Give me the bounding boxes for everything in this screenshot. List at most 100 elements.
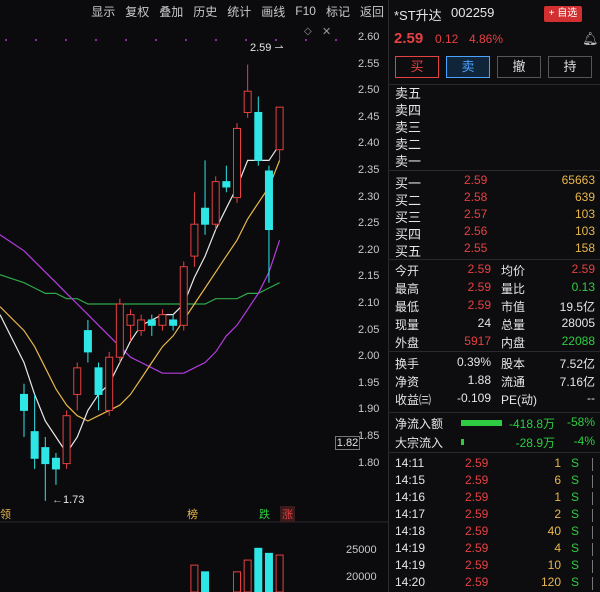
candle-body: [83, 330, 92, 353]
stat-label: 量比: [501, 282, 526, 296]
marker-left[interactable]: 领: [0, 506, 11, 522]
stat-row: 换手 0.39% 股本 7.52亿: [389, 355, 600, 372]
volume-bar: [275, 554, 284, 592]
low-annotation: ←1.73: [52, 494, 85, 506]
ask-row: 卖四: [389, 100, 600, 118]
candle-body: [243, 90, 252, 113]
bid-row: 买二 2.58 639: [389, 190, 600, 208]
volume-bar: [254, 547, 263, 592]
price-axis-label: 1.90: [358, 403, 380, 416]
bid-volume: 639: [574, 190, 595, 204]
stat-label: 换手: [395, 357, 420, 371]
bid-price: 2.57: [464, 207, 488, 221]
close-icon[interactable]: ✕: [322, 25, 331, 38]
price-axis-label: 1.85: [358, 430, 380, 442]
top-dot: [155, 39, 157, 41]
candle-body: [137, 319, 146, 332]
ask-row: 卖二: [389, 134, 600, 152]
bid-price: 2.56: [464, 224, 488, 238]
candle-body: [201, 207, 210, 225]
stat-row: 收益㈢ -0.109 PE(动) --: [389, 391, 600, 408]
tick-bar: [592, 492, 593, 505]
tick-row: 14:16 2.59 1 S: [389, 490, 600, 507]
stat-value: 2.59: [467, 298, 491, 312]
tick-price: 2.59: [465, 541, 489, 555]
stat-label: 内盘: [501, 336, 526, 350]
volume-bar: [201, 571, 210, 592]
top-dot: [215, 39, 217, 41]
price-axis-label: 2.40: [358, 137, 380, 150]
stat-row: 今开 2.59 均价 2.59: [389, 262, 600, 279]
tick-bar: [592, 509, 593, 522]
stock-name: *ST升达: [394, 8, 442, 23]
stat-label: 均价: [501, 264, 526, 278]
candle-body: [30, 431, 39, 459]
tick-bar: [592, 577, 593, 590]
diamond-icon[interactable]: ◇: [304, 26, 312, 37]
stat-label: PE(动): [501, 393, 538, 407]
tick-price: 2.59: [465, 575, 489, 589]
bid-volume: 158: [574, 241, 595, 255]
top-dot: [305, 39, 307, 41]
high-annotation: 2.59 ⇀: [250, 42, 284, 54]
cancel-button[interactable]: 撤: [497, 56, 541, 78]
tick-bar: [592, 526, 593, 539]
buy-button[interactable]: 买: [395, 56, 439, 78]
tick-side: S: [570, 490, 579, 504]
stock-header: *ST升达 002259 + 自选: [389, 5, 600, 23]
sell-button[interactable]: 卖: [446, 56, 490, 78]
tick-price: 2.59: [465, 524, 489, 538]
current-price: 2.59: [394, 30, 424, 47]
tick-side: S: [570, 524, 579, 538]
candle-body: [105, 356, 114, 411]
tick-time: 14:16: [395, 490, 426, 504]
volume-axis-20000: 20000: [346, 571, 377, 583]
flow-pct: -58%: [566, 415, 595, 429]
bid-row: 买一 2.59 65663: [389, 173, 600, 191]
top-dot: [335, 39, 337, 41]
stat-value: 7.16亿: [559, 375, 595, 389]
tick-side: S: [570, 473, 579, 487]
stat-label: 最高: [395, 282, 420, 296]
hold-button[interactable]: 持: [548, 56, 592, 78]
candle-body: [73, 367, 82, 395]
volume-bar: [243, 559, 252, 592]
tick-volume: 1: [554, 490, 561, 504]
kline-chart-area[interactable]: 显示 复权 叠加 历史 统计 画线 F10 标记 返回 2.60 2.55 2.50 2.45 2.40…: [0, 0, 388, 592]
candle-body: [158, 314, 167, 326]
stat-label: 净资: [395, 375, 420, 389]
tick-price: 2.59: [465, 490, 489, 504]
stat-label: 今开: [395, 264, 420, 278]
stat-label: 收益㈢: [395, 393, 432, 407]
marker-die[interactable]: 跌: [259, 506, 270, 522]
stat-label: 股本: [501, 357, 526, 371]
candle-body: [222, 181, 231, 188]
stat-value: 2.59: [467, 262, 491, 276]
bid-volume: 65663: [561, 173, 595, 187]
stat-value: -0.109: [456, 391, 491, 405]
stat-row: 最高 2.59 量比 0.13: [389, 280, 600, 297]
price-axis-label: 2.45: [358, 110, 380, 123]
bid-row: 买三 2.57 103: [389, 207, 600, 225]
bell-icon[interactable]: 🔔︎: [582, 31, 599, 47]
high-annotation-label: 2.59: [250, 42, 272, 54]
candle-body: [94, 367, 103, 395]
candle-body: [179, 266, 188, 326]
add-watchlist-button[interactable]: + 自选: [544, 6, 582, 22]
stat-label: 现量: [395, 318, 420, 332]
stat-value: 28005: [561, 316, 595, 330]
flow-bar: [461, 439, 464, 445]
marker-bang[interactable]: 榜: [187, 506, 198, 522]
price-axis-label: 2.00: [358, 350, 380, 363]
price-change: 0.12: [435, 32, 459, 46]
cursor-price-box: 1.82: [335, 436, 360, 450]
price-axis-label: 2.10: [358, 297, 380, 309]
volume-bar: [190, 564, 199, 592]
marker-zhang[interactable]: 涨: [280, 506, 295, 522]
tick-volume: 6: [554, 473, 561, 487]
candle-body: [62, 415, 71, 465]
tick-time: 14:20: [395, 575, 426, 589]
flow-label: 大宗流入: [395, 436, 444, 450]
tick-time: 14:19: [395, 558, 426, 572]
candle-body: [20, 393, 28, 411]
